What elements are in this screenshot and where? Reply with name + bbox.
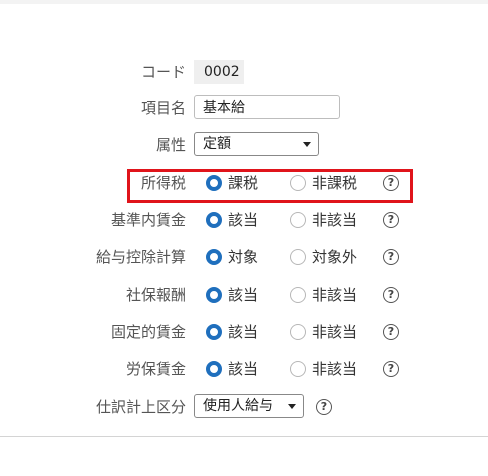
radio-unchecked-icon: [290, 361, 306, 377]
item-name-label: 項目名: [140, 99, 186, 117]
radio-label: 非該当: [312, 211, 358, 229]
radio-label: 該当: [228, 211, 259, 229]
radio-label: 該当: [228, 360, 259, 378]
fixed-wage-row: 固定的賃金 該当 非該当 ?: [0, 317, 488, 347]
labor-insurance-row: 労保賃金 該当 非該当 ?: [0, 354, 488, 384]
attribute-label: 属性: [155, 136, 186, 154]
journal-category-label: 仕訳計上区分: [95, 398, 186, 416]
fixed-wage-label: 固定的賃金: [110, 323, 186, 341]
radio-label: 非該当: [312, 323, 358, 341]
help-icon[interactable]: ?: [383, 287, 399, 303]
radio-label: 該当: [228, 286, 259, 304]
social-insurance-label: 社保報酬: [125, 286, 186, 304]
radio-checked-icon: [206, 249, 222, 265]
chevron-down-icon: [288, 404, 296, 409]
attribute-row: 属性 定額: [0, 130, 488, 160]
social-insurance-row: 社保報酬 該当 非該当 ?: [0, 280, 488, 310]
radio-unchecked-icon: [290, 249, 306, 265]
code-row: コード 0002: [0, 57, 488, 87]
code-label: コード: [140, 63, 186, 81]
item-name-row: 項目名: [0, 93, 488, 123]
chevron-down-icon: [303, 142, 311, 147]
journal-category-selected: 使用人給与: [203, 398, 273, 414]
attribute-selected: 定額: [203, 136, 231, 152]
salary-deduction-label: 給与控除計算: [95, 248, 186, 266]
radio-label: 非該当: [312, 286, 358, 304]
help-icon[interactable]: ?: [316, 399, 332, 415]
help-icon[interactable]: ?: [383, 361, 399, 377]
radio-unchecked-icon: [290, 287, 306, 303]
radio-label: 該当: [228, 323, 259, 341]
radio-checked-icon: [206, 324, 222, 340]
code-value: 0002: [194, 60, 244, 84]
standard-wage-label: 基準内賃金: [110, 211, 186, 229]
standard-wage-row: 基準内賃金 該当 非該当 ?: [0, 205, 488, 235]
footer-area: [0, 437, 488, 476]
radio-checked-icon: [206, 287, 222, 303]
radio-label: 非該当: [312, 360, 358, 378]
labor-insurance-label: 労保賃金: [125, 360, 186, 378]
radio-unchecked-icon: [290, 212, 306, 228]
radio-checked-icon: [206, 212, 222, 228]
radio-label: 対象外: [312, 248, 358, 266]
salary-deduction-row: 給与控除計算 対象 対象外 ?: [0, 242, 488, 272]
journal-category-row: 仕訳計上区分 使用人給与 ?: [0, 392, 488, 422]
item-name-input[interactable]: [194, 95, 340, 119]
attribute-select[interactable]: 定額: [194, 132, 319, 156]
help-icon[interactable]: ?: [383, 212, 399, 228]
radio-checked-icon: [206, 361, 222, 377]
income-tax-highlight-box: [127, 169, 413, 203]
settings-panel: コード 0002 項目名 属性 定額 所得税 課税 非課税 ? 基準内賃金 該当: [0, 4, 488, 437]
help-icon[interactable]: ?: [383, 249, 399, 265]
radio-unchecked-icon: [290, 324, 306, 340]
journal-category-select[interactable]: 使用人給与: [194, 394, 304, 418]
help-icon[interactable]: ?: [383, 324, 399, 340]
radio-label: 対象: [228, 248, 259, 266]
